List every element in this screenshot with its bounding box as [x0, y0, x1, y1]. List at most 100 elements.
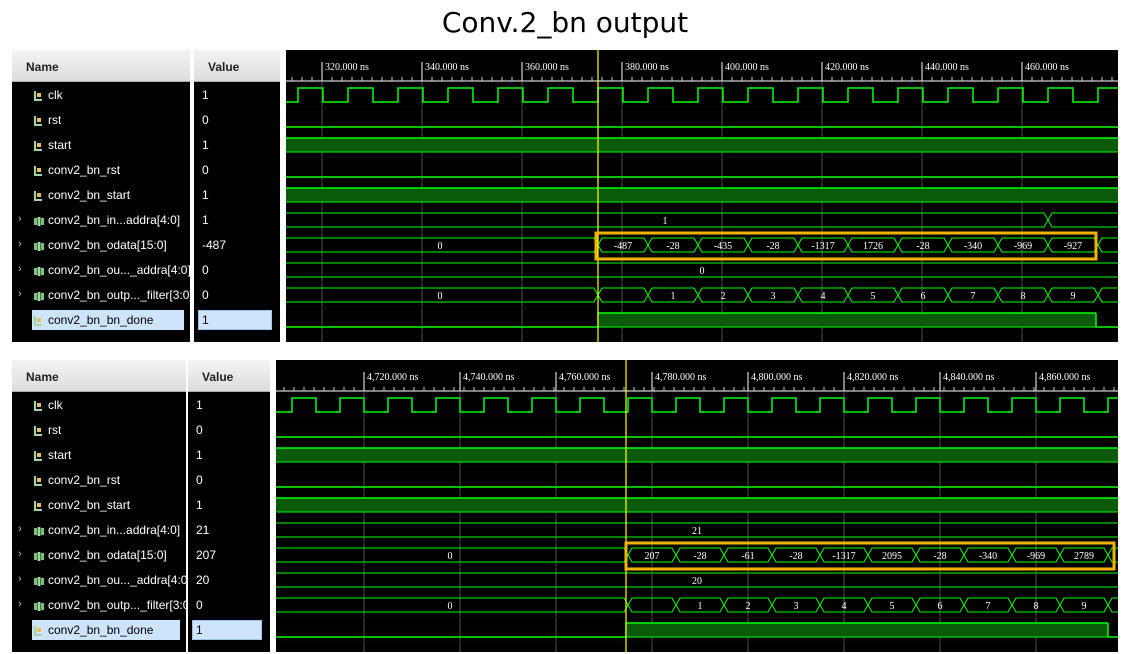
signal-name: conv2_bn_start	[48, 498, 131, 512]
odata-bus-segment: -969	[1011, 547, 1061, 563]
odata-bus-segment: -927	[1047, 237, 1099, 253]
signal-value-conv2-bn-in-addra-4-0[interactable]: 21	[188, 517, 270, 542]
bus-value-label: -28	[916, 241, 929, 252]
signal-row-clk[interactable]: clk	[12, 392, 186, 417]
signal-row-conv2-bn-bn-done[interactable]: conv2_bn_bn_done	[12, 617, 186, 642]
signal-value-conv2-bn-rst[interactable]: 0	[188, 467, 270, 492]
filter-bus-segment: 4	[819, 597, 869, 613]
signal-value-conv2-bn-rst[interactable]: 0	[194, 157, 280, 182]
time-tick-label: 4,740.000 ns	[463, 372, 515, 383]
bus-value-label: 1	[698, 601, 703, 612]
signal-value: 0	[202, 263, 209, 277]
signal-value-conv2-bn-bn-done[interactable]: 1	[188, 617, 270, 642]
signal-value-conv2-bn-start[interactable]: 1	[188, 492, 270, 517]
odata-bus-segment: -61	[723, 547, 773, 563]
waveform-canvas[interactable]: 320.000 ns 340.000 ns 360.000 ns 380.000 ns…	[286, 50, 1118, 342]
signal-value-clk[interactable]: 1	[194, 82, 280, 107]
filter-bus-segment: 7	[947, 287, 999, 303]
expand-chevron-icon[interactable]: ›	[18, 573, 22, 585]
signal-value-conv2-bn-outp-filter-3-0[interactable]: 0	[194, 282, 280, 307]
expand-chevron-icon[interactable]: ›	[18, 263, 22, 275]
filter-bus-segment	[1107, 597, 1118, 613]
time-ruler[interactable]: 320.000 ns 340.000 ns 360.000 ns 380.000 ns…	[286, 50, 1118, 82]
signal-name: clk	[48, 398, 63, 412]
bn-done-high-segment	[626, 622, 1108, 638]
signal-value-conv2-bn-odata-15-0[interactable]: -487	[194, 232, 280, 257]
signal-value-start[interactable]: 1	[194, 132, 280, 157]
expand-chevron-icon[interactable]: ›	[18, 548, 22, 560]
odata-bus-segment: -487	[597, 237, 649, 253]
signal-value-clk[interactable]: 1	[188, 392, 270, 417]
expand-chevron-icon[interactable]: ›	[18, 523, 22, 535]
signal-name: start	[48, 448, 72, 462]
value-column-header[interactable]: Value	[194, 50, 280, 82]
bus-value-label: -340	[964, 241, 982, 252]
signal-row-clk[interactable]: clk	[12, 82, 190, 107]
name-column-header[interactable]: Name	[12, 50, 190, 82]
signal-row-rst[interactable]: rst	[12, 107, 190, 132]
signal-value-conv2-bn-ou-addra-4-0[interactable]: 0	[194, 257, 280, 282]
signal-value: 1	[202, 138, 209, 152]
signal-value-rst[interactable]: 0	[194, 107, 280, 132]
signal-value: 0	[202, 113, 209, 127]
signal-row-conv2-bn-ou-addra-4-0[interactable]: › conv2_bn_ou..._addra[4:0]	[12, 257, 190, 282]
bus-value-label: 0	[700, 266, 705, 277]
signal-row-conv2-bn-in-addra-4-0[interactable]: › conv2_bn_in...addra[4:0]	[12, 207, 190, 232]
bus-value-label: -28	[666, 241, 679, 252]
name-column-header[interactable]: Name	[12, 360, 186, 392]
signal-row-start[interactable]: start	[12, 132, 190, 157]
signal-row-conv2-bn-outp-filter-3-0[interactable]: › conv2_bn_outp..._filter[3:0]	[12, 282, 190, 307]
bus-value-label: 8	[1034, 601, 1039, 612]
signal-row-start[interactable]: start	[12, 442, 186, 467]
bus-value-label: 5	[871, 291, 876, 302]
bus-value-label: -1317	[832, 551, 855, 562]
signal-name: rst	[48, 113, 62, 127]
time-tick-label: 4,820.000 ns	[847, 372, 899, 383]
signal-row-conv2-bn-in-addra-4-0[interactable]: › conv2_bn_in...addra[4:0]	[12, 517, 186, 542]
signal-row-conv2-bn-start[interactable]: conv2_bn_start	[12, 492, 186, 517]
bus-value-label: -969	[1014, 241, 1032, 252]
signal-value-conv2-bn-odata-15-0[interactable]: 207	[188, 542, 270, 567]
signal-value-conv2-bn-ou-addra-4-0[interactable]: 20	[188, 567, 270, 592]
signal-value: 1	[196, 448, 203, 462]
time-ruler[interactable]: 4,720.000 ns 4,740.000 ns 4,760.000 ns 4,78…	[276, 360, 1118, 392]
bit-signal-icon	[34, 400, 43, 411]
bus-signal-icon	[34, 525, 44, 536]
odata-bus-segment: -28	[915, 547, 965, 563]
signal-row-conv2-bn-odata-15-0[interactable]: › conv2_bn_odata[15:0]	[12, 542, 186, 567]
signal-row-conv2-bn-bn-done[interactable]: conv2_bn_bn_done	[12, 307, 190, 332]
expand-chevron-icon[interactable]: ›	[18, 238, 22, 250]
signal-row-conv2-bn-rst[interactable]: conv2_bn_rst	[12, 157, 190, 182]
value-column-header[interactable]: Value	[188, 360, 270, 392]
bus-value-label: -28	[933, 551, 946, 562]
signal-value-rst[interactable]: 0	[188, 417, 270, 442]
bus-value-label: 2	[721, 291, 726, 302]
conv2-bn-start-waveform	[276, 497, 1118, 513]
bus-signal-icon	[34, 215, 44, 226]
expand-chevron-icon[interactable]: ›	[18, 213, 22, 225]
signal-value: 1	[196, 623, 203, 637]
bus-signal-icon	[34, 550, 44, 561]
odata-bus-segment: -28	[897, 237, 949, 253]
signal-value: 0	[196, 473, 203, 487]
bus-value-label: -61	[741, 551, 754, 562]
signal-row-conv2-bn-rst[interactable]: conv2_bn_rst	[12, 467, 186, 492]
expand-chevron-icon[interactable]: ›	[18, 598, 22, 610]
signal-row-conv2-bn-outp-filter-3-0[interactable]: › conv2_bn_outp..._filter[3:0]	[12, 592, 186, 617]
time-tick-label: 340.000 ns	[425, 62, 469, 73]
signal-value-conv2-bn-bn-done[interactable]: 1	[194, 307, 280, 332]
bus-value-label: 6	[921, 291, 926, 302]
signal-row-rst[interactable]: rst	[12, 417, 186, 442]
signal-row-conv2-bn-ou-addra-4-0[interactable]: › conv2_bn_ou..._addra[4:0]	[12, 567, 186, 592]
signal-row-conv2-bn-odata-15-0[interactable]: › conv2_bn_odata[15:0]	[12, 232, 190, 257]
signal-value-conv2-bn-in-addra-4-0[interactable]: 1	[194, 207, 280, 232]
signal-value-conv2-bn-outp-filter-3-0[interactable]: 0	[188, 592, 270, 617]
expand-chevron-icon[interactable]: ›	[18, 288, 22, 300]
signal-name: conv2_bn_bn_done	[48, 313, 154, 327]
signal-value-start[interactable]: 1	[188, 442, 270, 467]
signal-value-conv2-bn-start[interactable]: 1	[194, 182, 280, 207]
signal-row-conv2-bn-start[interactable]: conv2_bn_start	[12, 182, 190, 207]
waveform-canvas[interactable]: 4,720.000 ns 4,740.000 ns 4,760.000 ns 4,78…	[276, 360, 1118, 652]
filter-bus-segment: 4	[797, 287, 849, 303]
signal-value: 1	[196, 398, 203, 412]
